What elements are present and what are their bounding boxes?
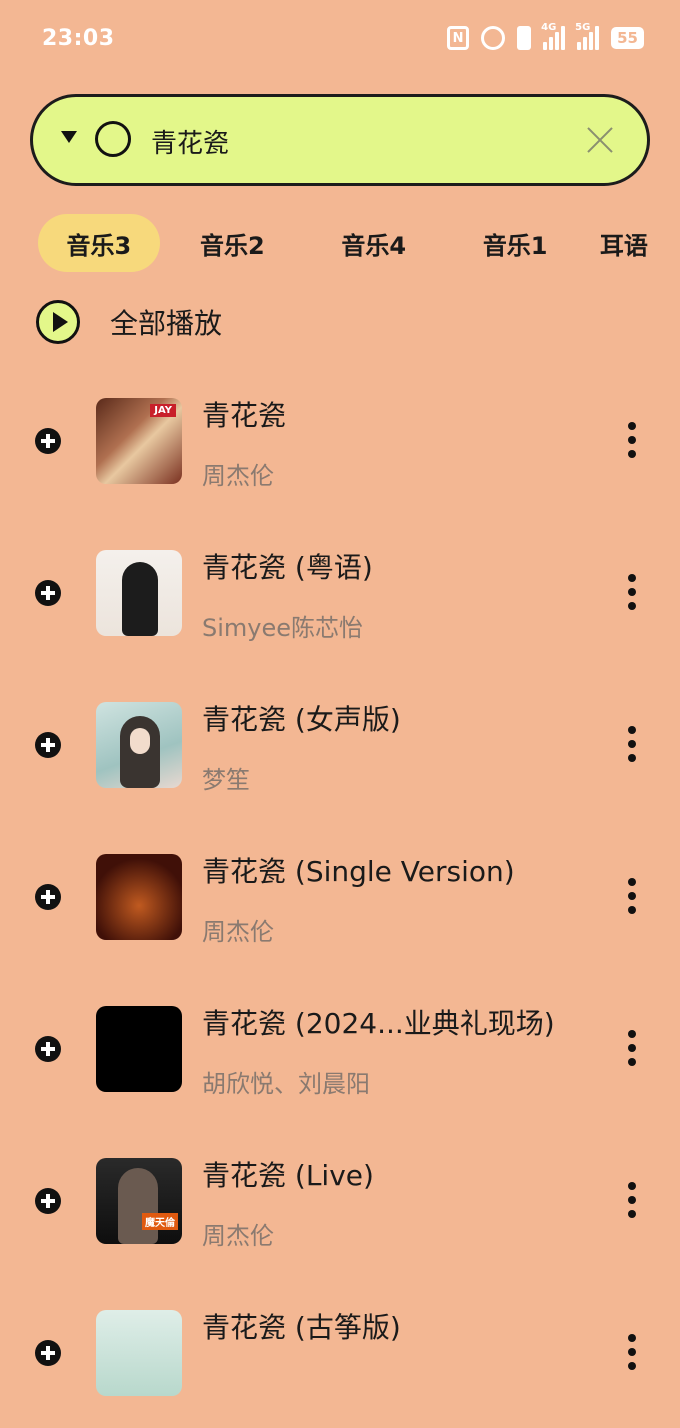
song-item[interactable]: 青花瓷 (2024...业典礼现场) 胡欣悦、刘晨阳 [0, 972, 680, 1124]
cover-face [130, 728, 150, 754]
song-title: 青花瓷 (女声版) [202, 703, 401, 736]
vibrate-icon [517, 26, 532, 50]
song-item[interactable]: 青花瓷 (粤语) Simyee陈芯怡 [0, 516, 680, 668]
song-item[interactable]: 青花瓷 (Single Version) 周杰伦 [0, 820, 680, 972]
tab-music4[interactable]: 音乐4 [305, 214, 442, 272]
status-bar: 23:03 N 4G 5G 55 [0, 0, 680, 80]
song-artist: 胡欣悦、刘晨阳 [202, 1070, 370, 1098]
tab-music2[interactable]: 音乐2 [164, 214, 301, 272]
status-time: 23:03 [42, 26, 115, 51]
album-cover [96, 1006, 182, 1092]
tab-music3[interactable]: 音乐3 [38, 214, 160, 272]
cover-badge: 魔天倫 [142, 1213, 178, 1230]
play-icon [36, 300, 80, 344]
song-list: JAY 青花瓷 周杰伦 青花瓷 (粤语) Simyee陈芯怡 青花瓷 (女声版)… [0, 364, 680, 1428]
song-title: 青花瓷 (Live) [202, 1159, 374, 1192]
tab-whisper[interactable]: 耳语 [588, 214, 680, 272]
more-icon[interactable] [622, 422, 642, 462]
battery-icon: 55 [611, 27, 644, 49]
song-title: 青花瓷 [202, 399, 287, 432]
song-item[interactable]: 青花瓷 (古筝版) [0, 1276, 680, 1428]
circle-icon[interactable] [95, 121, 131, 157]
album-cover [96, 550, 182, 636]
album-cover [96, 702, 182, 788]
source-tabs: 音乐3 音乐2 音乐4 音乐1 耳语 [38, 214, 680, 272]
clear-icon[interactable] [585, 125, 615, 155]
play-all-button[interactable]: 全部播放 [36, 300, 222, 344]
nfc-icon: N [447, 26, 470, 50]
album-cover: 魔天倫 [96, 1158, 182, 1244]
song-artist: Simyee陈芯怡 [202, 614, 364, 642]
cover-figure [118, 1168, 158, 1244]
album-cover [96, 1310, 182, 1396]
alarm-icon [481, 26, 506, 50]
status-icons: N 4G 5G 55 [447, 22, 644, 50]
song-title: 青花瓷 (粤语) [202, 551, 373, 584]
add-icon[interactable] [35, 732, 61, 758]
album-cover: JAY [96, 398, 182, 484]
add-icon[interactable] [35, 884, 61, 910]
dropdown-icon[interactable] [61, 131, 77, 143]
add-icon[interactable] [35, 428, 61, 454]
signal-icon: 4G [541, 22, 566, 50]
cover-figure [122, 562, 158, 636]
song-artist: 周杰伦 [202, 462, 274, 490]
network-type-label: 5G [575, 22, 591, 33]
more-icon[interactable] [622, 574, 642, 614]
song-artist: 周杰伦 [202, 1222, 274, 1250]
more-icon[interactable] [622, 1334, 642, 1374]
add-icon[interactable] [35, 1340, 61, 1366]
song-item[interactable]: 青花瓷 (女声版) 梦笙 [0, 668, 680, 820]
song-artist: 梦笙 [202, 766, 250, 794]
search-bar[interactable] [30, 94, 650, 186]
album-cover [96, 854, 182, 940]
song-title: 青花瓷 (2024...业典礼现场) [202, 1007, 555, 1040]
tab-music1[interactable]: 音乐1 [446, 214, 583, 272]
cover-badge: JAY [150, 404, 176, 417]
search-input[interactable] [151, 119, 551, 163]
add-icon[interactable] [35, 1036, 61, 1062]
network-type-label: 4G [541, 22, 557, 33]
more-icon[interactable] [622, 1030, 642, 1070]
play-all-label: 全部播放 [110, 307, 223, 340]
more-icon[interactable] [622, 726, 642, 766]
add-icon[interactable] [35, 580, 61, 606]
signal-icon: 5G [575, 22, 600, 50]
more-icon[interactable] [622, 1182, 642, 1222]
song-item[interactable]: JAY 青花瓷 周杰伦 [0, 364, 680, 516]
song-title: 青花瓷 (Single Version) [202, 855, 515, 888]
more-icon[interactable] [622, 878, 642, 918]
song-artist: 周杰伦 [202, 918, 274, 946]
song-item[interactable]: 魔天倫 青花瓷 (Live) 周杰伦 [0, 1124, 680, 1276]
song-title: 青花瓷 (古筝版) [202, 1311, 401, 1344]
add-icon[interactable] [35, 1188, 61, 1214]
